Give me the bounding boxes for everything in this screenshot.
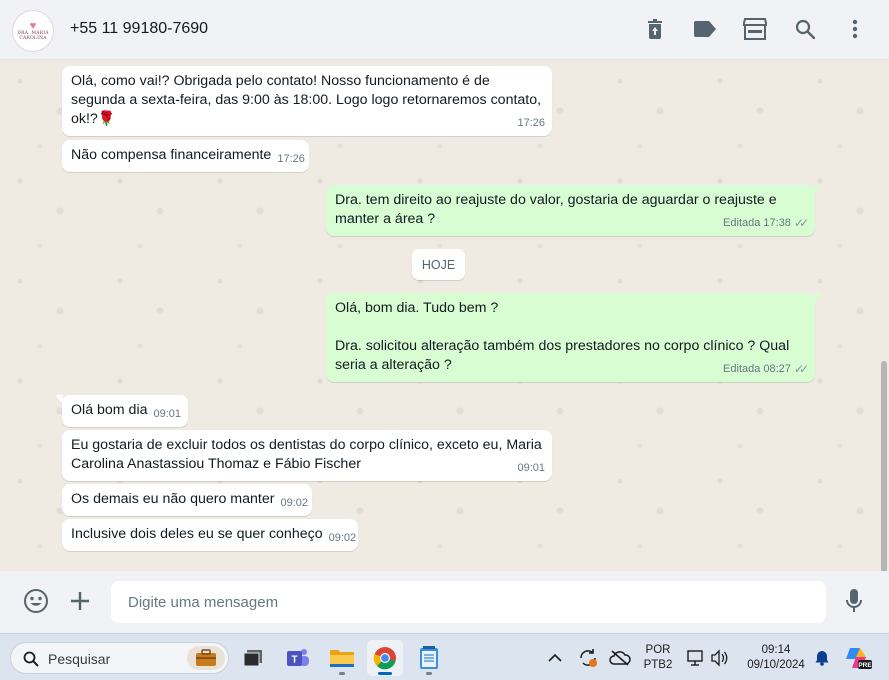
message-outgoing[interactable]: Dra. tem direito ao reajuste do valor, g… [326,185,822,236]
date-divider: HOJE [412,249,465,280]
menu-icon[interactable] [841,14,869,44]
svg-text:PRE: PRE [858,662,872,669]
message-text-line: segunda a sexta-feira, das 9:00 às 18:00… [71,92,542,108]
teams-icon: T [287,649,309,666]
message-incoming[interactable]: Os demais eu não quero manter 09:02 [62,484,312,516]
active-indicator [378,672,392,675]
store-icon[interactable] [741,14,769,44]
bell-icon [815,651,829,666]
sync-icon [580,649,597,667]
read-ticks-icon: ✓✓ [793,216,809,230]
message-time: 09:02 [328,532,357,544]
message-meta: 09:01 [517,459,545,478]
message-text-line: Carolina Anastassiou Thomaz e Fábio Fisc… [71,456,361,472]
emoji-icon[interactable] [21,586,51,616]
message-text-line: Olá, bom dia. Tudo bem ? [335,300,499,316]
copilot-button[interactable]: PRE [840,640,876,676]
message-time: 08:27 [763,363,791,375]
bubble-tail [814,293,822,302]
message-time: 09:02 [280,497,308,509]
clock-time: 09:14 [761,644,791,656]
clock[interactable]: 09:14 09/10/2024 [739,643,813,673]
message-text: Os demais eu não quero manter [71,491,275,507]
keyboard-layout: PTB2 [643,659,673,671]
chat-messages-pane[interactable]: Olá, como vai!? Obrigada pelo contato! N… [0,61,889,571]
header-actions [641,14,869,44]
network-volume-button[interactable] [684,640,732,676]
message-text: Olá bom dia [71,402,148,418]
chrome-app-button[interactable] [367,640,403,676]
avatar-logo-text-2: CAROLINA [19,36,47,41]
message-outgoing[interactable]: Olá, bom dia. Tudo bem ? Dra. solicitou … [326,293,822,382]
message-meta: Editada 08:27 ✓✓ [723,360,809,379]
plus-icon[interactable] [65,586,95,616]
message-text-line: Olá, como vai!? Obrigada pelo contato! N… [71,73,490,89]
edited-label: Editada [723,363,761,375]
search-icon [23,651,39,667]
message-text-line: ok!?🌹 [71,111,116,127]
message-incoming[interactable]: Olá bom dia 09:01 [55,395,188,427]
taskbar-search-label: Pesquisar [48,651,111,667]
notepad-app-button[interactable] [411,640,447,676]
message-text: Inclusive dois deles eu se quer conheço [71,526,323,542]
windows-taskbar: Pesquisar T POR PTB2 09:14 09/10/2024 PR… [0,633,889,680]
message-input[interactable] [111,581,826,623]
folder-icon [330,650,354,667]
delete-icon[interactable] [641,14,669,44]
label-icon[interactable] [691,14,719,44]
edited-label: Editada [723,217,761,229]
message-time: 17:26 [277,153,305,165]
message-incoming[interactable]: Não compensa financeiramente 17:26 [62,140,309,172]
message-text-line: Dra. tem direito ao reajuste do valor, g… [335,192,777,208]
chat-scrollbar[interactable] [881,361,887,571]
microphone-icon[interactable] [839,586,869,616]
task-view-icon [243,650,262,667]
message-text-line [335,318,806,337]
contact-name[interactable]: +55 11 99180-7690 [70,20,208,38]
message-composer [0,571,889,633]
language-code: POR [645,644,671,656]
file-explorer-button[interactable] [324,640,360,676]
contact-avatar[interactable]: ♥ DRA. MARIA CAROLINA [12,10,54,52]
language-indicator[interactable]: POR PTB2 [640,643,676,673]
message-incoming[interactable]: Olá, como vai!? Obrigada pelo contato! N… [62,66,552,136]
sync-tray-button[interactable] [573,640,603,676]
taskbar-search-box[interactable]: Pesquisar [10,642,229,674]
cloud-offline-icon [609,650,631,666]
message-text-line: Dra. solicitou alteração também dos pres… [335,338,790,354]
onedrive-tray-button[interactable] [605,640,635,676]
running-indicator [339,672,345,675]
read-ticks-icon: ✓✓ [793,362,809,376]
search-icon[interactable] [791,14,819,44]
briefcase-icon [187,646,225,670]
show-hidden-icons-button[interactable] [542,640,568,676]
bubble-tail [814,185,822,194]
teams-app-button[interactable]: T [280,640,316,676]
notepad-icon [420,646,438,669]
message-time: 17:38 [763,217,791,229]
message-time: 17:26 [517,117,545,129]
message-time: 09:01 [517,462,545,474]
message-incoming[interactable]: Eu gostaria de excluir todos os dentista… [62,430,552,481]
copilot-icon: PRE [846,648,872,669]
notifications-button[interactable] [810,640,834,676]
message-text-line: Eu gostaria de excluir todos os dentista… [71,437,542,453]
chevron-up-icon [548,653,562,662]
message-meta: Editada 17:38 ✓✓ [723,214,809,233]
chrome-icon [373,647,396,670]
bubble-tail [55,395,63,404]
running-indicator [426,672,432,675]
clock-date: 09/10/2024 [747,659,805,671]
network-volume-icon [687,649,728,667]
message-meta: 17:26 [517,114,545,133]
message-incoming[interactable]: Inclusive dois deles eu se quer conheço 0… [62,519,358,551]
message-text: Não compensa financeiramente [71,147,272,163]
svg-text:T: T [291,655,297,666]
chat-header: ♥ DRA. MARIA CAROLINA +55 11 99180-7690 [0,0,889,60]
message-time: 09:01 [153,408,182,420]
heart-logo-icon: ♥ [29,20,37,32]
task-view-button[interactable] [235,640,271,676]
